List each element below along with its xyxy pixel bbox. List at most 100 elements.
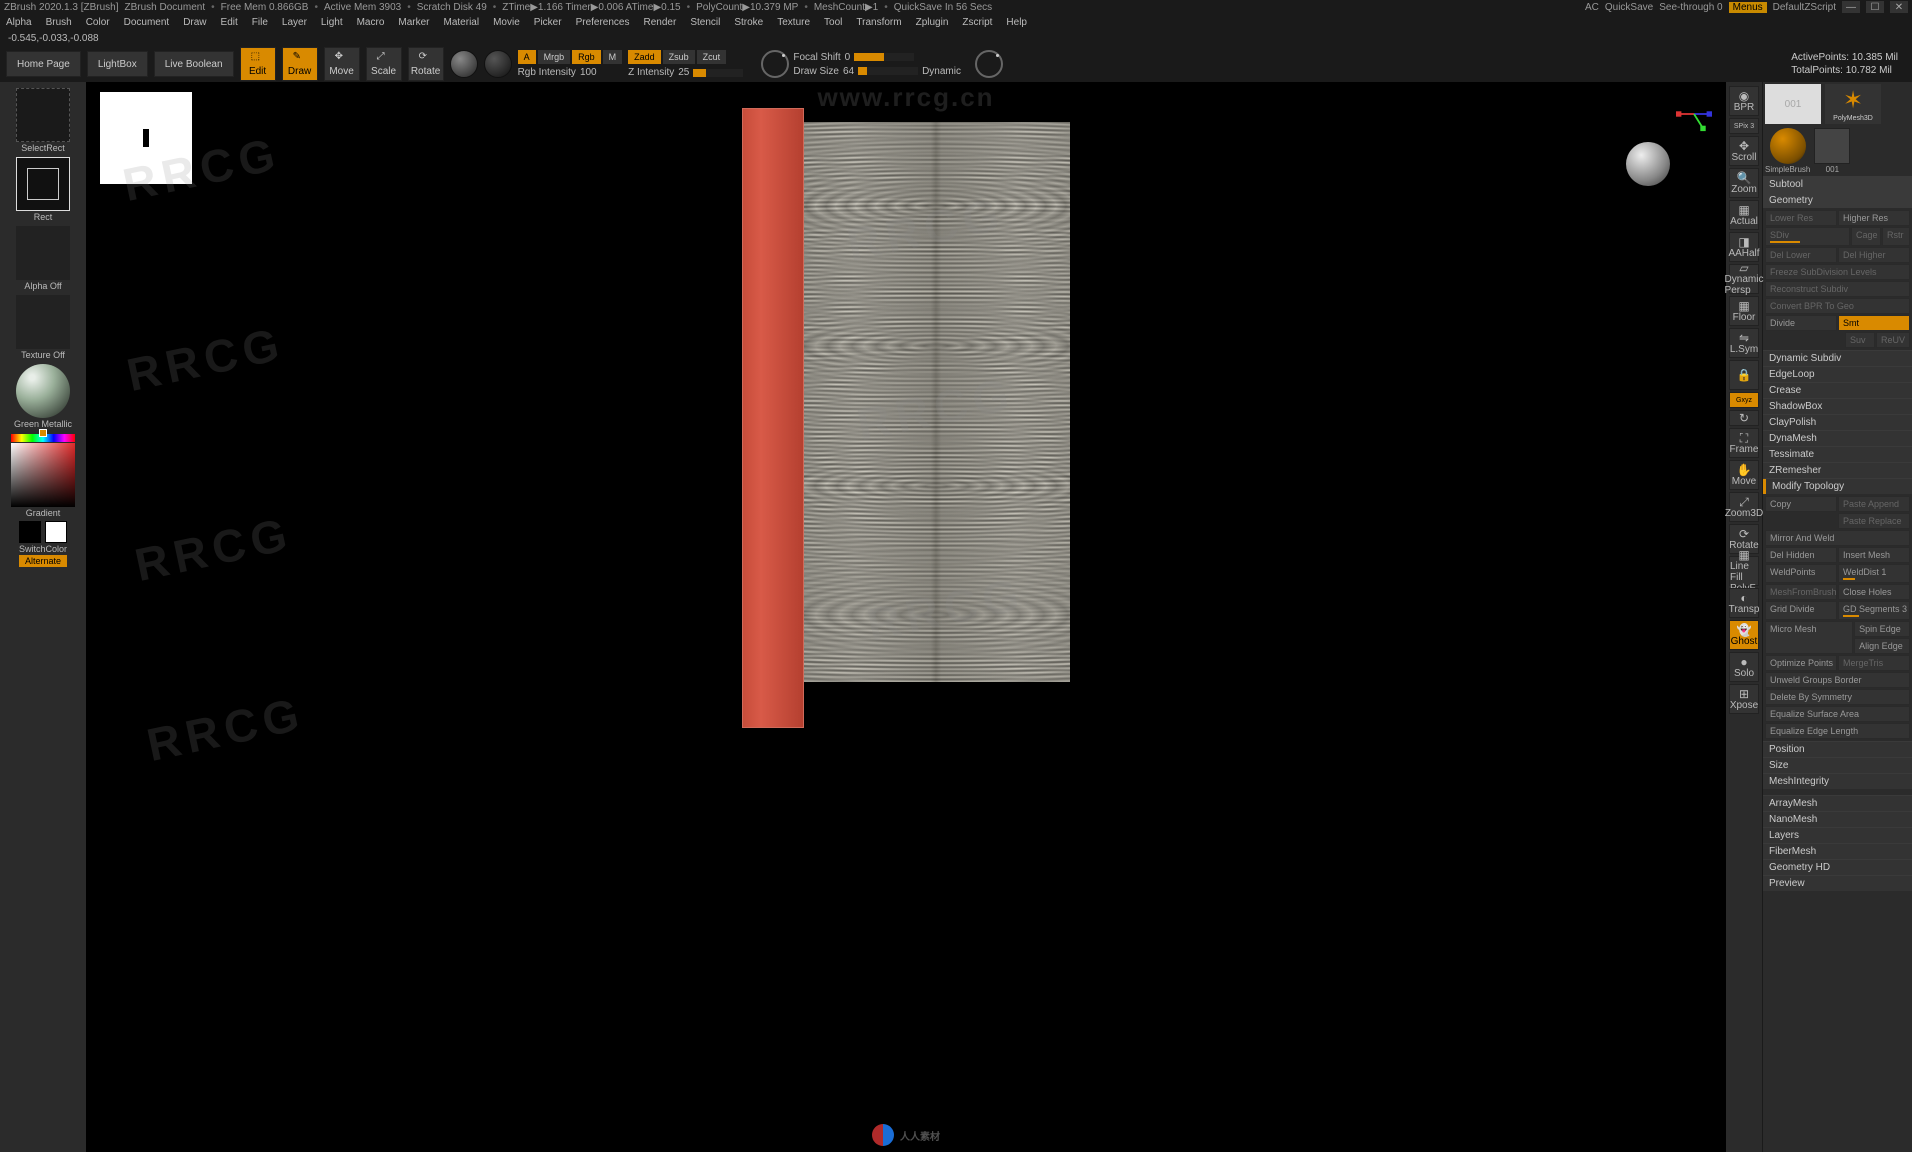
meshfrombrush-button[interactable]: MeshFromBrush [1765, 584, 1837, 600]
del-higher-button[interactable]: Del Higher [1838, 247, 1910, 263]
menus-button[interactable]: Menus [1729, 2, 1767, 13]
menu-movie[interactable]: Movie [493, 17, 520, 28]
bpr-button[interactable]: ◉BPR [1729, 86, 1759, 116]
cage-button[interactable]: Cage [1851, 227, 1881, 246]
canvas[interactable]: www.rrcg.cn RRCG RRCG RRCG RRCG RRCG RRC… [86, 82, 1726, 1152]
menu-layer[interactable]: Layer [282, 17, 307, 28]
cycle-button[interactable]: ↻ [1729, 410, 1759, 426]
mode-zadd[interactable]: Zadd [628, 50, 661, 64]
arraymesh-header[interactable]: ArrayMesh [1763, 796, 1912, 811]
dynamic-label[interactable]: Dynamic [922, 66, 961, 77]
sdiv-slider[interactable]: SDiv [1765, 227, 1850, 246]
transp-button[interactable]: ◐Transp [1729, 588, 1759, 618]
size-header[interactable]: Size [1763, 758, 1912, 773]
claypolish-header[interactable]: ClayPolish [1763, 415, 1912, 430]
nanomesh-header[interactable]: NanoMesh [1763, 812, 1912, 827]
mode-zcut[interactable]: Zcut [697, 50, 727, 64]
mode-mrgb[interactable]: Mrgb [538, 50, 571, 64]
floor-button[interactable]: ▦Floor [1729, 296, 1759, 326]
draw-button[interactable]: ✎Draw [282, 47, 318, 81]
equalize-surface-button[interactable]: Equalize Surface Area [1765, 706, 1910, 722]
scroll-button[interactable]: ✥Scroll [1729, 136, 1759, 166]
menu-marker[interactable]: Marker [398, 17, 429, 28]
equalize-edge-button[interactable]: Equalize Edge Length [1765, 723, 1910, 739]
color-swatch-white[interactable] [45, 521, 67, 543]
menu-draw[interactable]: Draw [183, 17, 206, 28]
mode-m[interactable]: M [603, 50, 623, 64]
color-picker[interactable] [11, 443, 75, 507]
menu-alpha[interactable]: Alpha [6, 17, 32, 28]
spin-edge-button[interactable]: Spin Edge [1854, 621, 1910, 637]
geometry-header[interactable]: Geometry [1763, 193, 1912, 208]
xpose-button[interactable]: ⊞Xpose [1729, 684, 1759, 714]
maximize-icon[interactable]: ☐ [1866, 1, 1884, 13]
fibermesh-header[interactable]: FiberMesh [1763, 844, 1912, 859]
nav-sphere[interactable] [1626, 142, 1670, 186]
menu-light[interactable]: Light [321, 17, 343, 28]
subtool-header[interactable]: Subtool [1763, 177, 1912, 192]
meshintegrity-header[interactable]: MeshIntegrity [1763, 774, 1912, 789]
secondary-color-swatch[interactable] [39, 429, 47, 437]
persp-button[interactable]: ▱Dynamic Persp [1729, 264, 1759, 294]
quicksave-button[interactable]: QuickSave [1605, 2, 1653, 13]
reconstruct-button[interactable]: Reconstruct Subdiv [1765, 281, 1910, 297]
close-icon[interactable]: ✕ [1890, 1, 1908, 13]
menu-file[interactable]: File [252, 17, 268, 28]
optimize-points-button[interactable]: Optimize Points [1765, 655, 1837, 671]
align-edge-button[interactable]: Align Edge [1854, 638, 1910, 654]
actual-button[interactable]: ▦Actual [1729, 200, 1759, 230]
menu-picker[interactable]: Picker [534, 17, 562, 28]
smt-button[interactable]: Smt [1838, 315, 1910, 331]
lsym-button[interactable]: ⇋L.Sym [1729, 328, 1759, 358]
rstr-button[interactable]: Rstr [1882, 227, 1910, 246]
grid-divide-button[interactable]: Grid Divide [1765, 601, 1837, 620]
insert-mesh-button[interactable]: Insert Mesh [1838, 547, 1910, 563]
dynamic-ring-icon[interactable] [975, 50, 1003, 78]
color-swatch-black[interactable] [19, 521, 41, 543]
menu-transform[interactable]: Transform [856, 17, 901, 28]
scale-button[interactable]: ⤢Scale [366, 47, 402, 81]
move3d-button[interactable]: ✋Move [1729, 460, 1759, 490]
paste-append-button[interactable]: Paste Append [1838, 496, 1910, 512]
menu-render[interactable]: Render [644, 17, 677, 28]
texture-thumb[interactable] [16, 295, 70, 349]
move-button[interactable]: ✥Move [324, 47, 360, 81]
del-hidden-button[interactable]: Del Hidden [1765, 547, 1837, 563]
gxyz-button[interactable]: Gxyz [1729, 392, 1759, 408]
focal-ring-icon[interactable] [761, 50, 789, 78]
menu-color[interactable]: Color [86, 17, 110, 28]
layers-header[interactable]: Layers [1763, 828, 1912, 843]
stroke-thumb[interactable] [16, 88, 70, 142]
dynamesh-header[interactable]: DynaMesh [1763, 431, 1912, 446]
freeze-subdiv-button[interactable]: Freeze SubDivision Levels [1765, 264, 1910, 280]
del-lower-button[interactable]: Del Lower [1765, 247, 1837, 263]
seethrough-slider[interactable]: See-through 0 [1659, 2, 1722, 13]
zoom-button[interactable]: 🔍Zoom [1729, 168, 1759, 198]
menu-preferences[interactable]: Preferences [576, 17, 630, 28]
aahalf-button[interactable]: ◨AAHalf [1729, 232, 1759, 262]
tool-thumb-active[interactable]: 001 [1765, 84, 1821, 124]
brush-tile[interactable] [1814, 128, 1850, 164]
menu-material[interactable]: Material [444, 17, 480, 28]
tessimate-header[interactable]: Tessimate [1763, 447, 1912, 462]
navigator-thumb[interactable] [100, 92, 192, 184]
axis-gizmo[interactable] [1676, 96, 1712, 132]
ghost-button[interactable]: 👻Ghost [1729, 620, 1759, 650]
gizmo-sphere-a[interactable] [450, 50, 478, 78]
mode-a[interactable]: A [518, 50, 536, 64]
rect-thumb[interactable] [16, 157, 70, 211]
menu-zplugin[interactable]: Zplugin [916, 17, 949, 28]
modify-topology-header[interactable]: Modify Topology [1763, 479, 1912, 494]
cloth-mesh[interactable] [802, 122, 1070, 682]
menu-stroke[interactable]: Stroke [734, 17, 763, 28]
alpha-thumb[interactable] [16, 226, 70, 280]
minimize-icon[interactable]: — [1842, 1, 1860, 13]
edgeloop-header[interactable]: EdgeLoop [1763, 367, 1912, 382]
solo-button[interactable]: ●Solo [1729, 652, 1759, 682]
weldpoints-button[interactable]: WeldPoints [1765, 564, 1837, 583]
shadowbox-header[interactable]: ShadowBox [1763, 399, 1912, 414]
reuv-button[interactable]: ReUV [1876, 332, 1910, 348]
gd-segments-slider[interactable]: GD Segments 3 [1838, 601, 1910, 620]
defaultzscript-button[interactable]: DefaultZScript [1773, 2, 1836, 13]
red-strip-object[interactable] [742, 108, 804, 728]
